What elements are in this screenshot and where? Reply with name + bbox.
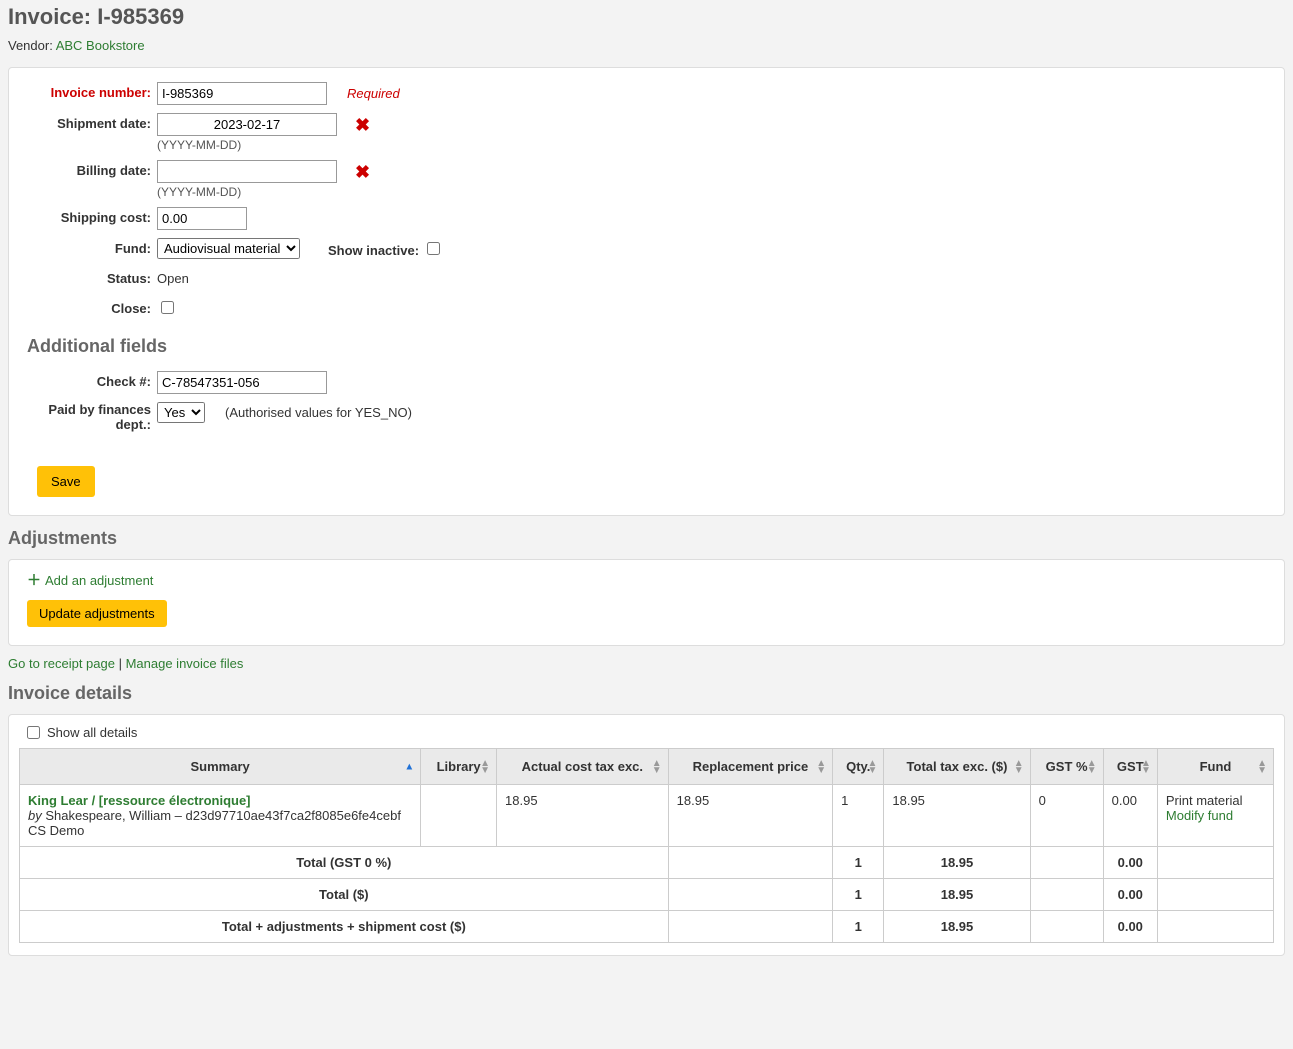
table-row: King Lear / [ressource électronique] by …	[20, 785, 1274, 847]
total-amount: 18.95	[884, 847, 1030, 879]
cell-qty: 1	[833, 785, 884, 847]
vendor-line: Vendor: ABC Bookstore	[8, 38, 1285, 53]
show-inactive-checkbox[interactable]	[427, 242, 440, 255]
sort-asc-icon: ▲	[404, 763, 414, 770]
show-all-details-checkbox[interactable]	[27, 726, 40, 739]
required-text: Required	[347, 86, 400, 101]
check-number-input[interactable]	[157, 371, 327, 394]
shipping-cost-label: Shipping cost:	[27, 207, 157, 229]
col-summary[interactable]: Summary ▲	[20, 749, 421, 785]
col-qty[interactable]: Qty.▲▼	[833, 749, 884, 785]
col-fund[interactable]: Fund▲▼	[1157, 749, 1273, 785]
nav-links: Go to receipt page | Manage invoice file…	[8, 656, 1285, 671]
vendor-label: Vendor:	[8, 38, 56, 53]
clear-shipment-date-icon[interactable]: ✖	[355, 116, 370, 134]
total-gst: 0.00	[1103, 879, 1157, 911]
close-label: Close:	[27, 298, 157, 320]
sort-icon: ▲▼	[1087, 760, 1097, 774]
total-row: Total ($) 1 18.95 0.00	[20, 879, 1274, 911]
total-amount: 18.95	[884, 911, 1030, 943]
invoice-form-panel: Invoice number: Required Shipment date: …	[8, 67, 1285, 516]
billing-date-hint: (YYYY-MM-DD)	[157, 185, 370, 199]
page-title: Invoice: I-985369	[8, 4, 1285, 30]
additional-fields-heading: Additional fields	[27, 336, 1266, 357]
fund-select[interactable]: Audiovisual material	[157, 238, 300, 259]
link-separator: |	[119, 656, 126, 671]
total-amount: 18.95	[884, 879, 1030, 911]
invoice-details-heading: Invoice details	[8, 683, 1285, 704]
cell-gst: 0.00	[1103, 785, 1157, 847]
modify-fund-link[interactable]: Modify fund	[1166, 808, 1265, 823]
col-total-tax[interactable]: Total tax exc. ($)▲▼	[884, 749, 1030, 785]
close-checkbox[interactable]	[161, 301, 174, 314]
adjustments-heading: Adjustments	[8, 528, 1285, 549]
sort-icon: ▲▼	[1014, 760, 1024, 774]
invoice-number-input[interactable]	[157, 82, 327, 105]
vendor-link[interactable]: ABC Bookstore	[56, 38, 145, 53]
show-inactive-label: Show inactive:	[328, 243, 419, 258]
total-qty: 1	[833, 847, 884, 879]
plus-icon: ＋	[27, 570, 41, 590]
cell-total-tax: 18.95	[884, 785, 1030, 847]
total-row: Total (GST 0 %) 1 18.95 0.00	[20, 847, 1274, 879]
total-gst: 0.00	[1103, 911, 1157, 943]
sort-icon: ▲▼	[1141, 760, 1151, 774]
shipment-date-input[interactable]	[157, 113, 337, 136]
total-gst: 0.00	[1103, 847, 1157, 879]
total-row: Total + adjustments + shipment cost ($) …	[20, 911, 1274, 943]
shipment-date-hint: (YYYY-MM-DD)	[157, 138, 370, 152]
status-value: Open	[157, 268, 189, 290]
col-replacement[interactable]: Replacement price▲▼	[668, 749, 832, 785]
billing-date-input[interactable]	[157, 160, 337, 183]
manage-invoice-files-link[interactable]: Manage invoice files	[126, 656, 244, 671]
total-label: Total ($)	[20, 879, 669, 911]
go-to-receipt-link[interactable]: Go to receipt page	[8, 656, 115, 671]
cell-fund-name: Print material	[1166, 793, 1265, 808]
col-gst[interactable]: GST▲▼	[1103, 749, 1157, 785]
col-library[interactable]: Library▲▼	[421, 749, 497, 785]
invoice-number-label: Invoice number:	[27, 82, 157, 104]
sort-icon: ▲▼	[1257, 760, 1267, 774]
shipping-cost-input[interactable]	[157, 207, 247, 230]
paid-by-select[interactable]: Yes	[157, 402, 205, 423]
show-all-details-label: Show all details	[47, 725, 137, 740]
sort-icon: ▲▼	[480, 760, 490, 774]
update-adjustments-button[interactable]: Update adjustments	[27, 600, 167, 627]
invoice-details-table: Summary ▲ Library▲▼ Actual cost tax exc.…	[19, 748, 1274, 943]
line-item-byline: by Shakespeare, William – d23d97710ae43f…	[28, 808, 412, 838]
adjustments-panel: ＋ Add an adjustment Update adjustments	[8, 559, 1285, 646]
invoice-details-panel: Show all details Summary ▲ Library▲▼ Act…	[8, 714, 1285, 956]
total-qty: 1	[833, 911, 884, 943]
total-label: Total + adjustments + shipment cost ($)	[20, 911, 669, 943]
status-label: Status:	[27, 268, 157, 290]
billing-date-label: Billing date:	[27, 160, 157, 182]
sort-icon: ▲▼	[816, 760, 826, 774]
add-adjustment-label: Add an adjustment	[45, 573, 153, 588]
line-item-title[interactable]: King Lear / [ressource électronique]	[28, 793, 412, 808]
total-qty: 1	[833, 879, 884, 911]
cell-gst-pct: 0	[1030, 785, 1103, 847]
add-adjustment-link[interactable]: ＋ Add an adjustment	[27, 570, 1266, 590]
paid-by-hint: (Authorised values for YES_NO)	[225, 405, 412, 420]
col-gst-pct[interactable]: GST %▲▼	[1030, 749, 1103, 785]
sort-icon: ▲▼	[652, 760, 662, 774]
cell-actual-cost: 18.95	[497, 785, 669, 847]
sort-icon: ▲▼	[867, 760, 877, 774]
cell-library	[421, 785, 497, 847]
check-number-label: Check #:	[27, 371, 157, 393]
clear-billing-date-icon[interactable]: ✖	[355, 163, 370, 181]
save-button[interactable]: Save	[37, 466, 95, 497]
col-actual-cost[interactable]: Actual cost tax exc.▲▼	[497, 749, 669, 785]
paid-by-label: Paid by finances dept.:	[27, 402, 157, 432]
total-label: Total (GST 0 %)	[20, 847, 669, 879]
fund-label: Fund:	[27, 238, 157, 260]
cell-replacement: 18.95	[668, 785, 832, 847]
shipment-date-label: Shipment date:	[27, 113, 157, 135]
